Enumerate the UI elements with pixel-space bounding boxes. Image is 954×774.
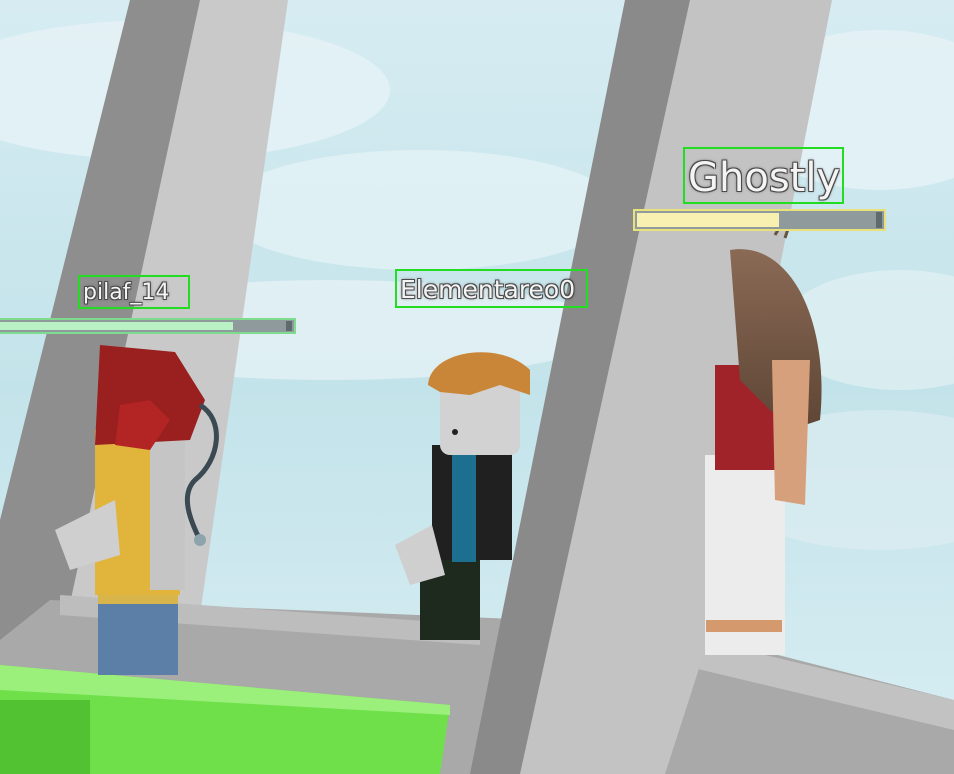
player-name-ghostly: Ghostly	[688, 155, 841, 201]
player-nameplate-pilaf-14: pilaf_14	[78, 275, 190, 309]
green-platform-shade	[0, 700, 90, 774]
health-bar-fill-ghostly	[637, 213, 780, 227]
player-nameplate-elementareo0: Elementareo0	[395, 269, 588, 308]
player-nameplate-ghostly: Ghostly	[683, 147, 844, 204]
player-name-pilaf-14: pilaf_14	[83, 280, 170, 305]
game-viewport[interactable]: pilaf_14 Elementareo0 Ghostly	[0, 0, 954, 774]
health-bar-pilaf-14	[0, 318, 296, 334]
health-bar-ghostly	[633, 209, 886, 231]
cloud	[220, 150, 620, 270]
game-scene	[0, 0, 954, 774]
player-name-elementareo0: Elementareo0	[400, 275, 576, 304]
health-bar-fill-pilaf-14	[0, 322, 234, 330]
